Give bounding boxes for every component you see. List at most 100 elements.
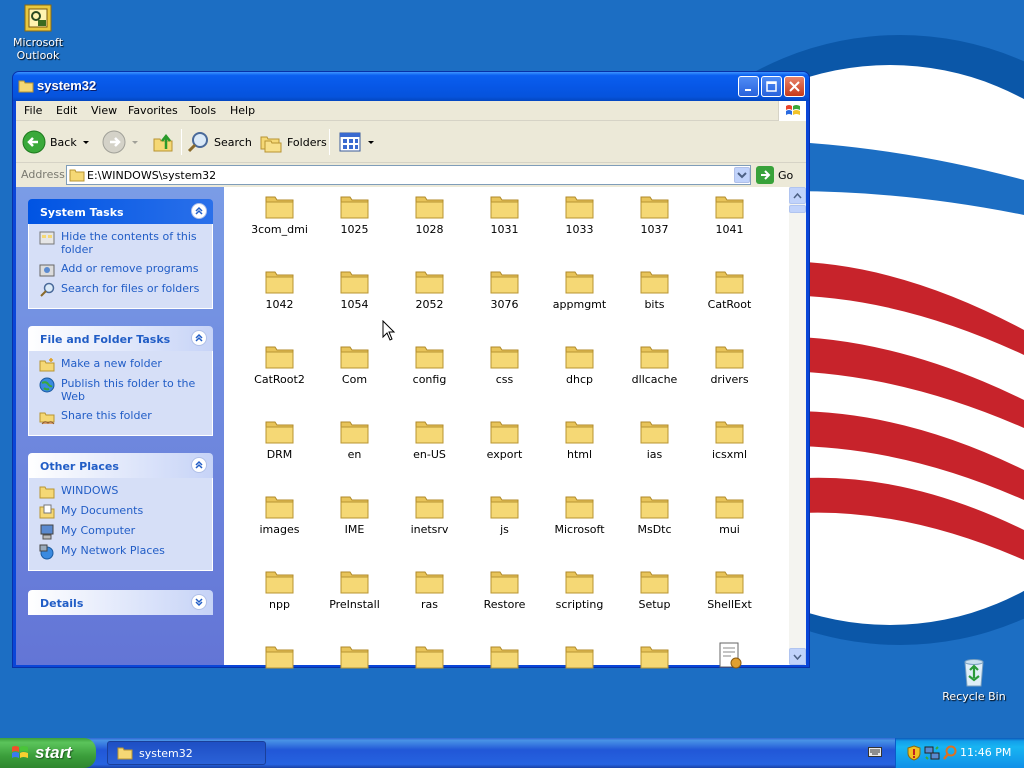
views-button[interactable] xyxy=(338,128,376,156)
task-hide-contents[interactable]: Hide the contents of this folder xyxy=(39,230,208,256)
views-icon xyxy=(339,132,361,152)
network-icon[interactable] xyxy=(924,745,940,761)
folder-item[interactable]: config xyxy=(392,341,467,386)
folder-item[interactable]: scripting xyxy=(542,566,617,611)
folder-item[interactable]: ras xyxy=(392,566,467,611)
folder-item[interactable]: en-US xyxy=(392,416,467,461)
folder-item[interactable]: css xyxy=(467,341,542,386)
folder-item[interactable]: html xyxy=(542,416,617,461)
collapse-button[interactable] xyxy=(191,457,207,473)
folder-item[interactable]: dllcache xyxy=(617,341,692,386)
search-button[interactable]: Search xyxy=(186,128,252,156)
place-my-computer[interactable]: My Computer xyxy=(39,524,208,544)
desktop-icon-recycle-bin[interactable]: Recycle Bin xyxy=(934,656,1014,703)
close-button[interactable] xyxy=(784,76,805,97)
folder-item[interactable]: Microsoft xyxy=(542,491,617,536)
folder-item[interactable]: Com xyxy=(317,341,392,386)
chevron-down-icon[interactable] xyxy=(81,137,91,147)
vertical-scrollbar[interactable] xyxy=(789,187,806,665)
menu-favorites[interactable]: Favorites xyxy=(128,104,178,117)
security-shield-icon[interactable] xyxy=(906,745,922,761)
folder-item[interactable]: inetsrv xyxy=(392,491,467,536)
system-tasks-header[interactable]: System Tasks xyxy=(28,199,213,224)
menu-help[interactable]: Help xyxy=(230,104,255,117)
file-item[interactable] xyxy=(692,641,767,671)
taskbar-item-system32[interactable]: system32 xyxy=(107,741,266,765)
start-button[interactable]: start xyxy=(0,738,96,768)
up-folder-button[interactable] xyxy=(152,128,176,156)
folder-item[interactable] xyxy=(317,641,392,671)
folder-item[interactable]: 3076 xyxy=(467,266,542,311)
folder-item[interactable]: 2052 xyxy=(392,266,467,311)
folder-item[interactable]: dhcp xyxy=(542,341,617,386)
menu-edit[interactable]: Edit xyxy=(56,104,77,117)
address-dropdown-button[interactable] xyxy=(734,167,750,183)
forward-button[interactable] xyxy=(102,128,140,156)
details-header[interactable]: Details xyxy=(28,590,213,615)
title-bar[interactable]: system32 xyxy=(13,72,809,101)
folder-item[interactable]: PreInstall xyxy=(317,566,392,611)
task-search-files[interactable]: Search for files or folders xyxy=(39,282,208,302)
folder-item[interactable]: IME xyxy=(317,491,392,536)
folder-item[interactable]: 3com_dmi xyxy=(242,191,317,236)
folder-item[interactable] xyxy=(242,641,317,671)
task-share-folder[interactable]: Share this folder xyxy=(39,409,208,429)
folder-item[interactable]: mui xyxy=(692,491,767,536)
keyboard-icon[interactable] xyxy=(868,746,882,758)
folder-item[interactable]: appmgmt xyxy=(542,266,617,311)
expand-button[interactable] xyxy=(191,594,207,610)
file-folder-tasks-header[interactable]: File and Folder Tasks xyxy=(28,326,213,351)
folder-item[interactable]: 1028 xyxy=(392,191,467,236)
other-places-header[interactable]: Other Places xyxy=(28,453,213,478)
folder-item[interactable]: MsDtc xyxy=(617,491,692,536)
menu-file[interactable]: File xyxy=(24,104,42,117)
folder-item[interactable]: js xyxy=(467,491,542,536)
desktop-icon-outlook[interactable]: Microsoft Outlook xyxy=(0,2,78,62)
scroll-down-button[interactable] xyxy=(789,648,806,665)
folder-item[interactable]: CatRoot xyxy=(692,266,767,311)
back-button[interactable]: Back xyxy=(22,128,91,156)
folder-item[interactable] xyxy=(542,641,617,671)
folder-item[interactable]: Restore xyxy=(467,566,542,611)
menu-view[interactable]: View xyxy=(91,104,117,117)
folder-item[interactable]: ias xyxy=(617,416,692,461)
collapse-button[interactable] xyxy=(191,203,207,219)
search-icon[interactable] xyxy=(942,745,958,761)
collapse-button[interactable] xyxy=(191,330,207,346)
folder-item[interactable]: 1041 xyxy=(692,191,767,236)
folder-item[interactable] xyxy=(617,641,692,671)
scroll-up-button[interactable] xyxy=(789,187,806,204)
folders-button[interactable]: Folders xyxy=(259,128,327,156)
minimize-button[interactable] xyxy=(738,76,759,97)
folder-item[interactable] xyxy=(392,641,467,671)
scroll-thumb[interactable] xyxy=(789,205,806,213)
folder-item[interactable]: Setup xyxy=(617,566,692,611)
maximize-button[interactable] xyxy=(761,76,782,97)
folder-item[interactable]: images xyxy=(242,491,317,536)
folder-item[interactable]: 1037 xyxy=(617,191,692,236)
folder-item[interactable]: npp xyxy=(242,566,317,611)
address-input[interactable]: E:\WINDOWS\system32 xyxy=(66,165,751,185)
folder-item[interactable]: bits xyxy=(617,266,692,311)
place-my-documents[interactable]: My Documents xyxy=(39,504,208,524)
menu-tools[interactable]: Tools xyxy=(189,104,216,117)
task-add-remove-programs[interactable]: Add or remove programs xyxy=(39,262,208,282)
folder-item[interactable] xyxy=(467,641,542,671)
place-windows[interactable]: WINDOWS xyxy=(39,484,208,504)
task-publish-to-web[interactable]: Publish this folder to the Web xyxy=(39,377,208,403)
task-make-new-folder[interactable]: Make a new folder xyxy=(39,357,208,377)
folder-item[interactable]: CatRoot2 xyxy=(242,341,317,386)
folder-item[interactable]: 1031 xyxy=(467,191,542,236)
folder-item[interactable]: en xyxy=(317,416,392,461)
folder-item[interactable]: export xyxy=(467,416,542,461)
folder-item[interactable]: 1025 xyxy=(317,191,392,236)
folder-item[interactable]: ShellExt xyxy=(692,566,767,611)
go-button[interactable]: Go xyxy=(756,165,793,185)
folder-item[interactable]: 1054 xyxy=(317,266,392,311)
folder-item[interactable]: 1033 xyxy=(542,191,617,236)
folder-item[interactable]: 1042 xyxy=(242,266,317,311)
folder-item[interactable]: icsxml xyxy=(692,416,767,461)
folder-item[interactable]: drivers xyxy=(692,341,767,386)
place-my-network-places[interactable]: My Network Places xyxy=(39,544,208,564)
folder-item[interactable]: DRM xyxy=(242,416,317,461)
